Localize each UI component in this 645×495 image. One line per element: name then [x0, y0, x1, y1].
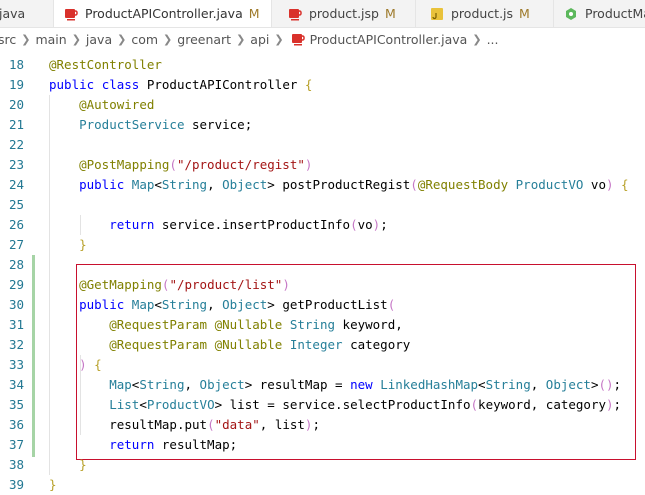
line-code: @RequestParam @Nullable String keyword,	[109, 317, 403, 332]
tab-product-js[interactable]: product.js M	[416, 0, 554, 27]
code-line[interactable]: 35 List<ProductVO> list = service.select…	[0, 395, 645, 415]
code-line[interactable]: 30 public Map<String, Object> getProduct…	[0, 295, 645, 315]
modified-indicator: M	[384, 6, 396, 21]
tab-productapicontroller[interactable]: ProductAPIController.java M ×	[54, 0, 272, 27]
chevron-right-icon: ❯	[274, 32, 284, 46]
code-line[interactable]: 24 public Map<String, Object> postProduc…	[0, 175, 645, 195]
line-code: }	[49, 477, 57, 492]
line-number: 25	[8, 197, 24, 212]
line-number: 31	[8, 317, 24, 332]
code-line[interactable]: 19 public class ProductAPIController {	[0, 75, 645, 95]
code-line[interactable]: 28	[0, 255, 645, 275]
java-file-icon	[64, 7, 78, 21]
line-number: 28	[8, 257, 24, 272]
line-code: @Autowired	[79, 97, 155, 112]
line-number: 34	[8, 377, 24, 392]
java-class-icon	[564, 7, 578, 21]
code-line[interactable]: 22	[0, 135, 645, 155]
code-line[interactable]: 20 @Autowired	[0, 95, 645, 115]
line-code: @PostMapping("/product/regist")	[79, 157, 313, 172]
line-number: 27	[8, 237, 24, 252]
line-number: 38	[8, 457, 24, 472]
modified-indicator: M	[519, 6, 530, 21]
code-line[interactable]: 32 @RequestParam @Nullable Integer categ…	[0, 335, 645, 355]
line-number: 39	[8, 477, 24, 492]
chevron-right-icon: ❯	[472, 32, 482, 46]
tab-label: ProductAPIController.java	[85, 6, 243, 21]
code-line[interactable]: 23 @PostMapping("/product/regist")	[0, 155, 645, 175]
line-number: 32	[8, 337, 24, 352]
chevron-right-icon: ❯	[21, 32, 31, 46]
line-number: 29	[8, 277, 24, 292]
tab-product-jsp[interactable]: product.jsp M	[272, 0, 416, 27]
breadcrumb-item[interactable]: greenart	[177, 32, 231, 47]
breadcrumb-item[interactable]: main	[35, 32, 66, 47]
line-number: 21	[8, 117, 24, 132]
line-number: 18	[8, 57, 24, 72]
line-code: resultMap.put("data", list);	[109, 417, 320, 432]
code-line[interactable]: 26 return service.insertProductInfo(vo);	[0, 215, 645, 235]
line-number: 33	[8, 357, 24, 372]
line-number: 23	[8, 157, 24, 172]
chevron-right-icon: ❯	[117, 32, 127, 46]
breadcrumb-item[interactable]: com	[131, 32, 158, 47]
modified-indicator: M	[248, 6, 260, 21]
breadcrumb: src ❯ main ❯ java ❯ com ❯ greenart ❯ api…	[0, 28, 645, 50]
line-code: public Map<String, Object> getProductLis…	[79, 297, 396, 312]
code-line[interactable]: 34 Map<String, Object> resultMap = new L…	[0, 375, 645, 395]
chevron-right-icon: ❯	[236, 32, 246, 46]
code-line[interactable]: 25	[0, 195, 645, 215]
breadcrumb-item[interactable]: ProductAPIController.java	[310, 32, 468, 47]
line-code: @RequestParam @Nullable Integer category	[109, 337, 411, 352]
code-line[interactable]: 37 return resultMap;	[0, 435, 645, 455]
line-code: return resultMap;	[109, 437, 238, 452]
line-number: 20	[8, 97, 24, 112]
line-code: return service.insertProductInfo(vo);	[109, 217, 388, 232]
tab-label: product.js	[451, 6, 514, 21]
line-number: 19	[8, 77, 24, 92]
code-line[interactable]: 36 resultMap.put("data", list);	[0, 415, 645, 435]
code-line[interactable]: 38 }	[0, 455, 645, 475]
line-number: 36	[8, 417, 24, 432]
line-number: 26	[8, 217, 24, 232]
code-line[interactable]: 33 ) {	[0, 355, 645, 375]
line-code: @RestController	[49, 57, 162, 72]
line-code: }	[79, 237, 87, 252]
breadcrumb-item[interactable]: java	[86, 32, 112, 47]
tab-java[interactable]: java	[0, 0, 54, 27]
code-line[interactable]: 27 }	[0, 235, 645, 255]
tab-label: ProductMa	[585, 6, 645, 21]
code-line[interactable]: 29 @GetMapping("/product/list")	[0, 275, 645, 295]
breadcrumb-item[interactable]: src	[0, 32, 16, 47]
line-number: 22	[8, 137, 24, 152]
line-code: public class ProductAPIController {	[49, 77, 313, 92]
line-number: 30	[8, 297, 24, 312]
js-file-icon	[430, 7, 444, 21]
chevron-right-icon: ❯	[163, 32, 173, 46]
line-code: ) {	[79, 357, 102, 372]
tab-label: java	[0, 6, 26, 21]
line-number: 24	[8, 177, 24, 192]
code-line[interactable]: 21 ProductService service;	[0, 115, 645, 135]
chevron-right-icon: ❯	[71, 32, 81, 46]
code-line[interactable]: 18 @RestController	[0, 55, 645, 75]
line-code: Map<String, Object> resultMap = new Link…	[109, 377, 622, 392]
code-line[interactable]: 39}	[0, 475, 645, 495]
breadcrumb-item[interactable]: api	[250, 32, 269, 47]
line-code: @GetMapping("/product/list")	[79, 277, 290, 292]
line-number: 35	[8, 397, 24, 412]
line-code: }	[79, 457, 87, 472]
code-editor[interactable]: 18 @RestController 19 public class ProductA…	[0, 55, 645, 492]
editor-tab-bar: java ProductAPIController.java M × produ…	[0, 0, 645, 28]
breadcrumb-item[interactable]: ...	[487, 32, 499, 47]
java-file-icon	[291, 32, 305, 46]
line-code: public Map<String, Object> postProductRe…	[79, 177, 629, 192]
jsp-file-icon	[288, 7, 302, 21]
line-number: 37	[8, 437, 24, 452]
line-code: List<ProductVO> list = service.selectPro…	[109, 397, 622, 412]
line-code: ProductService service;	[79, 117, 253, 132]
code-line[interactable]: 31 @RequestParam @Nullable String keywor…	[0, 315, 645, 335]
tab-productma[interactable]: ProductMa	[554, 0, 645, 27]
tab-label: product.jsp	[309, 6, 379, 21]
